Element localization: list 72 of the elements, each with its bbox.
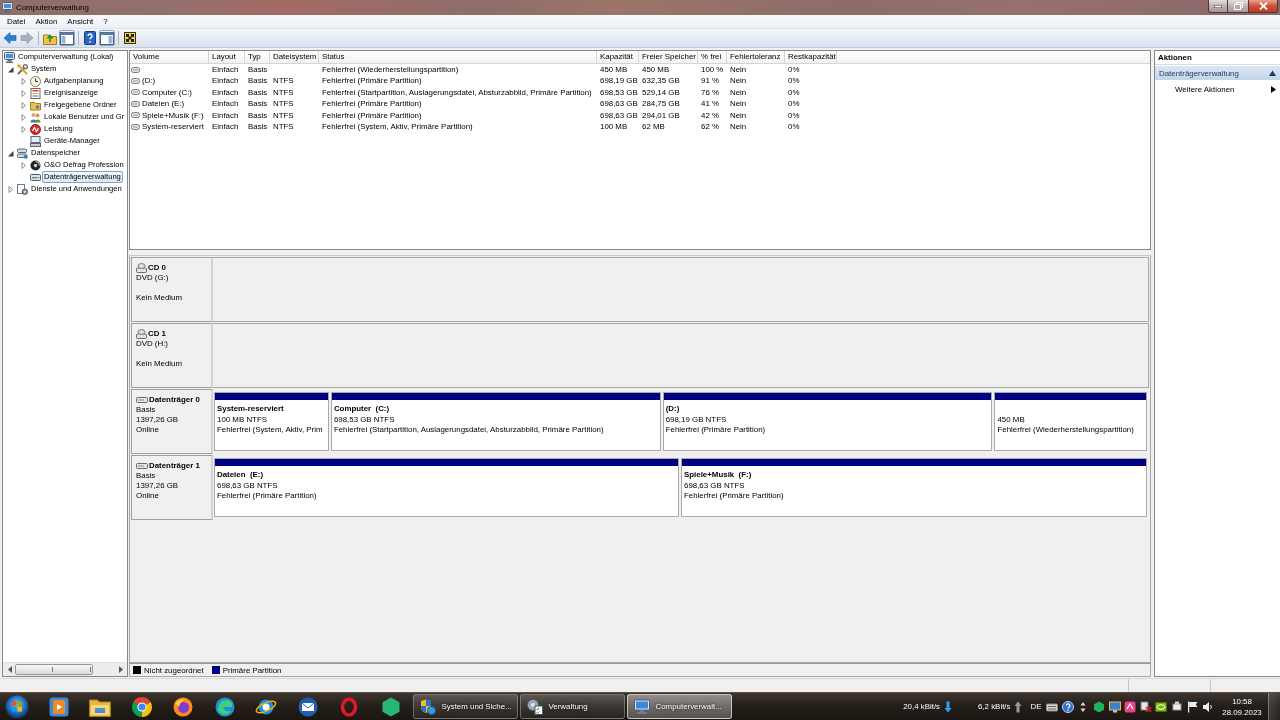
tile-icon[interactable] <box>1124 700 1137 713</box>
drive-icon <box>131 66 140 73</box>
log-icon <box>30 87 41 99</box>
drive-icon <box>131 78 140 85</box>
right-arrow-icon[interactable] <box>118 666 123 673</box>
monitor-icon[interactable] <box>1108 700 1121 713</box>
left-arrow-icon[interactable] <box>7 666 12 673</box>
keyboard-icon[interactable] <box>1046 700 1059 713</box>
up-arrow-icon <box>1014 700 1023 713</box>
help-icon[interactable] <box>1061 700 1074 713</box>
down-arrow-icon <box>944 700 952 713</box>
close-icon <box>1258 2 1268 10</box>
folder-icon <box>30 99 41 111</box>
device-icon[interactable] <box>1171 700 1183 713</box>
hexagon-icon[interactable] <box>1093 700 1106 713</box>
folder-icon[interactable] <box>89 696 112 717</box>
minimize-button[interactable] <box>1208 0 1228 13</box>
disc-icon <box>30 159 41 171</box>
hexagon-icon[interactable] <box>381 696 400 717</box>
restore-icon <box>1233 2 1243 10</box>
drive-icon <box>131 89 140 96</box>
device-icon <box>30 135 41 147</box>
folder-up-icon <box>43 31 57 45</box>
minimize-icon <box>1214 4 1222 8</box>
speaker-icon[interactable] <box>1202 700 1215 713</box>
shield-icon <box>419 698 436 715</box>
close-button[interactable] <box>1249 0 1278 13</box>
scrollbar-thumb[interactable] <box>15 664 93 675</box>
circle-sectors-icon[interactable] <box>131 696 152 717</box>
gear-icon <box>17 183 28 195</box>
computer-icon <box>2 2 13 13</box>
forward-arrow-icon <box>20 31 34 45</box>
eye-icon[interactable] <box>1155 700 1168 713</box>
clock-icon <box>30 75 41 87</box>
toolbar-button[interactable] <box>122 30 138 46</box>
computer-icon <box>633 698 650 715</box>
swirl-icon[interactable] <box>214 696 235 717</box>
play-icon[interactable] <box>48 696 69 717</box>
gear-icon <box>526 698 543 715</box>
grid-icon <box>124 32 136 44</box>
caret-right-icon <box>1271 85 1276 93</box>
drive-icon <box>131 100 140 107</box>
hard-drive-icon <box>136 463 148 469</box>
pane-left-icon <box>60 31 74 45</box>
expander-icon[interactable] <box>6 149 14 157</box>
restore-button[interactable] <box>1228 0 1249 13</box>
show-desktop-button[interactable] <box>1268 693 1280 720</box>
drive-icon <box>131 112 140 119</box>
help-icon <box>84 31 96 45</box>
cd-drive-icon <box>136 329 147 339</box>
drives-icon <box>17 147 28 159</box>
toolbar-button[interactable] <box>59 30 75 46</box>
hard-drive-icon <box>136 397 148 403</box>
ring-icon[interactable] <box>340 696 359 717</box>
expander-icon[interactable] <box>6 65 14 73</box>
cd-drive-icon <box>136 263 147 273</box>
start-orb-icon[interactable] <box>5 694 29 719</box>
drive-icon <box>131 123 140 130</box>
arrows-icon[interactable] <box>1080 700 1087 713</box>
computer-icon <box>4 51 15 63</box>
orb-icon[interactable] <box>173 696 194 717</box>
toolbar-button[interactable] <box>82 30 98 46</box>
envelope-icon[interactable] <box>297 696 318 717</box>
pane-right-icon <box>100 31 114 45</box>
tools-icon <box>17 63 28 75</box>
users-icon <box>30 111 41 123</box>
back-arrow-icon <box>3 31 17 45</box>
error-icon[interactable] <box>1139 700 1152 713</box>
toolbar-button[interactable] <box>99 30 115 46</box>
flag-icon[interactable] <box>1187 700 1199 713</box>
pulse-icon <box>30 123 41 135</box>
hard-drive-icon <box>30 171 41 183</box>
